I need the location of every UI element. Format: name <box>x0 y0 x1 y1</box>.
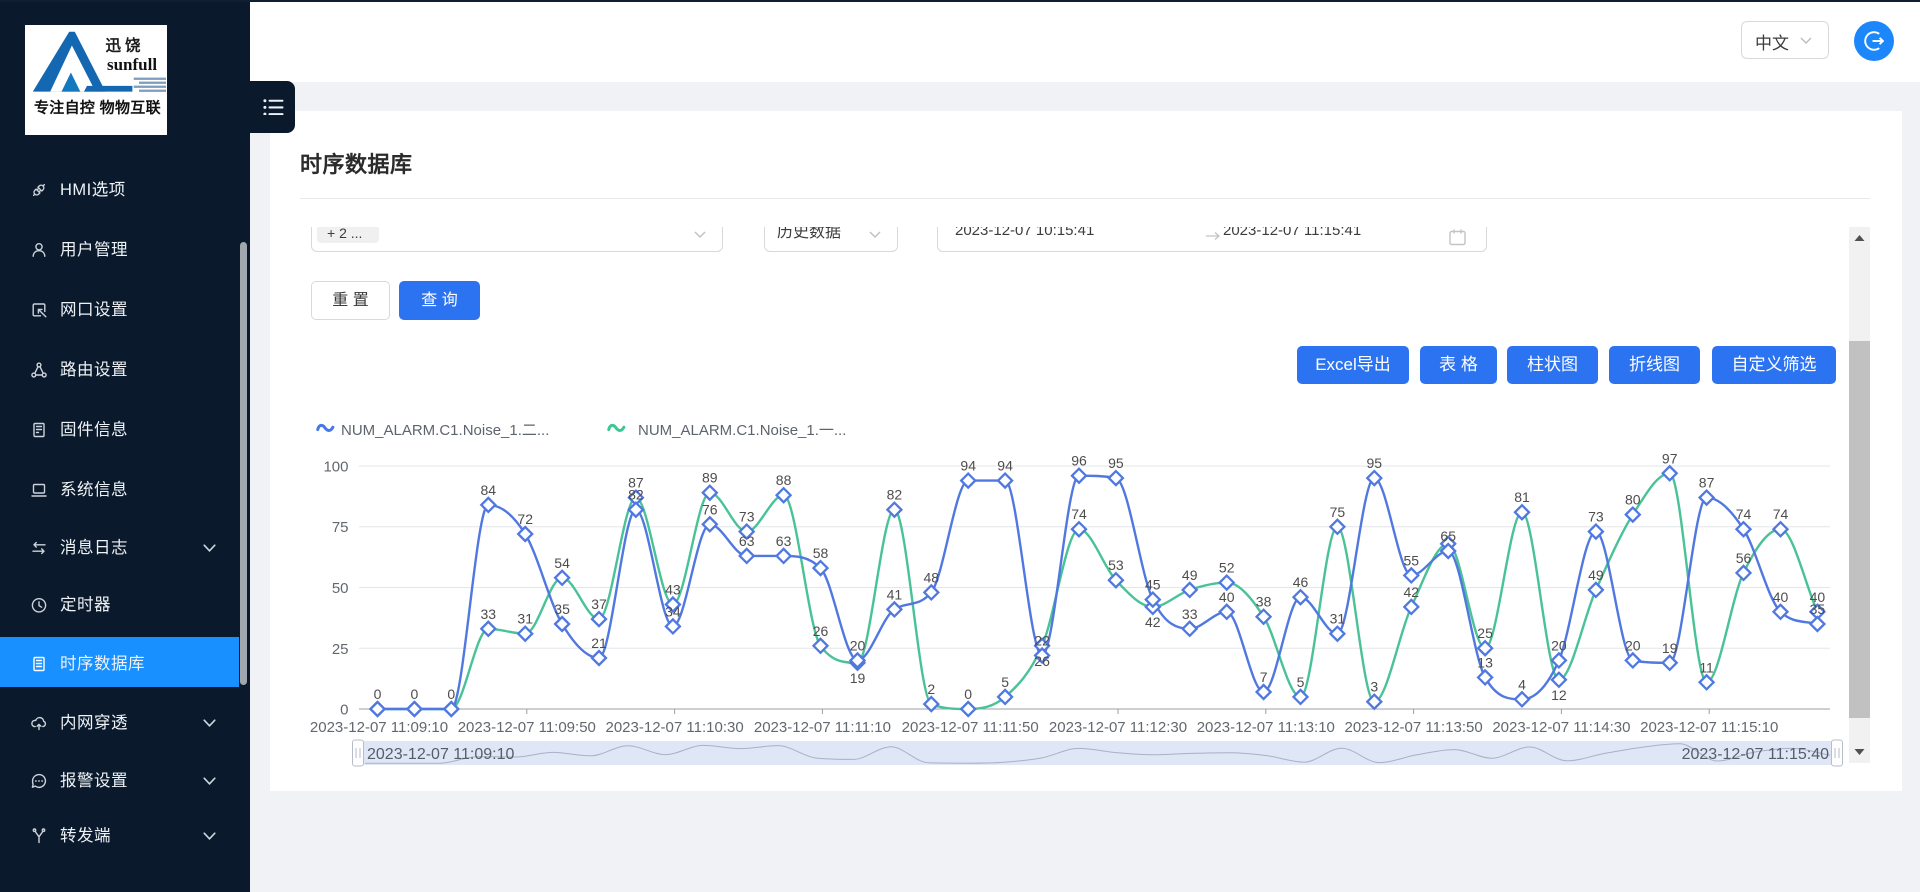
svg-text:sunfull: sunfull <box>107 55 157 74</box>
svg-text:专注自控 物物互联: 专注自控 物物互联 <box>34 99 162 117</box>
svg-text:迅饶: 迅饶 <box>105 36 144 55</box>
